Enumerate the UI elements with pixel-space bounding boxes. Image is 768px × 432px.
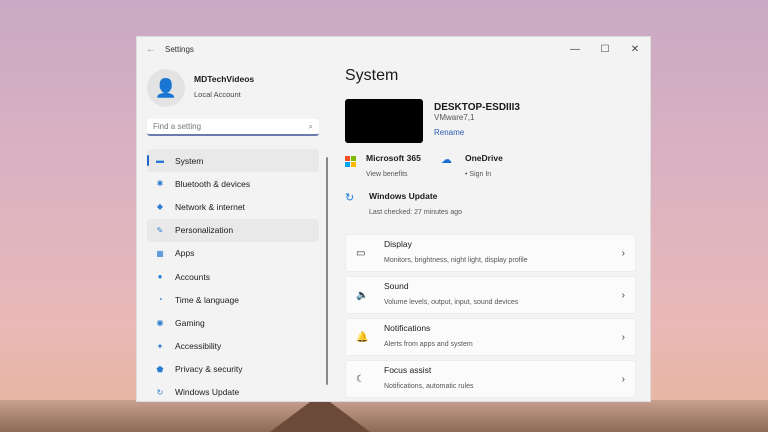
window-title: Settings [165, 44, 194, 54]
sidebar-item-label: Personalization [175, 225, 234, 236]
card-sound[interactable]: 🔈 Sound Volume levels, output, input, soun… [345, 276, 636, 314]
sidebar-scrollbar[interactable] [326, 157, 328, 385]
sidebar-item-personalization[interactable]: ✎ Personalization [147, 218, 319, 242]
sidebar-item-label: Time & language [175, 294, 239, 305]
nav-icon: ● [157, 272, 163, 282]
nav-icon: ◆ [156, 202, 164, 212]
sidebar-item-time-language[interactable]: ◔ Time & language [147, 288, 319, 311]
search-input[interactable]: Find a setting ⌕ [147, 119, 319, 136]
wallpaper-city [0, 400, 768, 432]
sidebar-item-network-internet[interactable]: ◆ Network & internet [147, 195, 319, 218]
avatar-icon: 👤 [147, 69, 185, 107]
card-icon: 🔈 [356, 289, 369, 301]
card-display[interactable]: ▭ Display Monitors, brightness, night ligh… [345, 234, 636, 272]
page-title: System [345, 67, 399, 84]
sidebar-item-label: Apps [175, 248, 195, 259]
eiffel-tower [270, 402, 370, 432]
close-button[interactable]: ✕ [620, 44, 650, 55]
card-title: Focus assist [384, 365, 432, 375]
user-name: MDTechVideos [194, 74, 255, 84]
settings-cards: ▭ Display Monitors, brightness, night ligh… [345, 234, 636, 401]
onedrive-tile[interactable]: ☁ OneDrive • Sign In [441, 153, 537, 181]
sidebar-item-system[interactable]: ▬ System [147, 149, 319, 173]
sidebar-item-accessibility[interactable]: ✦ Accessibility [147, 335, 319, 358]
sidebar-item-label: Bluetooth & devices [175, 178, 251, 189]
sidebar-item-label: Accessibility [175, 341, 222, 352]
card-title: Notifications [384, 323, 431, 333]
account-type: Local Account [194, 90, 241, 99]
main-content: System DESKTOP-ESDIII3 VMware7,1 Rename … [345, 67, 637, 219]
chevron-right-icon: › [621, 373, 625, 385]
ms365-sub: View benefits [366, 171, 408, 178]
sidebar-item-label: System [175, 155, 204, 166]
card-title: Sound [384, 281, 409, 291]
settings-window: ← Settings — ☐ ✕ 👤 MDTechVideos Local Acc… [136, 36, 651, 402]
card-subtitle: Volume levels, output, input, sound devi… [384, 299, 519, 306]
card-title: Display [384, 239, 412, 249]
card-notifications[interactable]: 🔔 Notifications Alerts from apps and syste… [345, 318, 636, 356]
chevron-right-icon: › [621, 331, 625, 343]
maximize-button[interactable]: ☐ [590, 44, 620, 55]
nav-icon: ◉ [156, 318, 164, 328]
card-focus-assist[interactable]: ☾ Focus assist Notifications, automatic ru… [345, 360, 636, 398]
sidebar-item-label: Network & internet [175, 201, 245, 212]
update-icon: ↻ [345, 192, 355, 204]
nav-icon: ✎ [156, 225, 164, 235]
search-placeholder: Find a setting [153, 122, 202, 131]
rename-link[interactable]: Rename [434, 128, 464, 137]
microsoft-365-tile[interactable]: Microsoft 365 View benefits [345, 153, 441, 181]
card-subtitle: Alerts from apps and system [384, 341, 473, 348]
nav-icon: ↻ [156, 387, 164, 397]
sidebar-item-label: Gaming [175, 317, 205, 328]
minimize-button[interactable]: — [560, 44, 590, 55]
sidebar-item-label: Windows Update [175, 387, 240, 398]
nav-icon: ▬ [156, 156, 164, 166]
sidebar-item-gaming[interactable]: ◉ Gaming [147, 311, 319, 334]
nav-icon: ✱ [156, 179, 164, 189]
sidebar-item-label: Privacy & security [175, 364, 243, 375]
update-sub: Last checked: 27 minutes ago [369, 209, 463, 216]
onedrive-sub: • Sign In [465, 171, 492, 178]
device-name: DESKTOP-ESDIII3 [434, 102, 520, 113]
sidebar-item-windows-update[interactable]: ↻ Windows Update [147, 381, 319, 401]
user-profile[interactable]: 👤 MDTechVideos Local Account [147, 69, 254, 107]
card-subtitle: Notifications, automatic rules [384, 383, 474, 390]
card-icon: ☾ [356, 373, 365, 385]
cloud-icon: ☁ [441, 154, 452, 166]
update-title: Windows Update [369, 191, 438, 201]
nav-icon: ◔ [157, 295, 163, 305]
search-icon: ⌕ [308, 122, 313, 131]
desktop-thumbnail [345, 99, 423, 143]
nav-icon: ▦ [156, 248, 164, 258]
microsoft-logo-icon [345, 156, 356, 167]
sidebar-item-accounts[interactable]: ● Accounts [147, 265, 319, 288]
ms365-title: Microsoft 365 [366, 153, 421, 163]
device-model: VMware7,1 [434, 113, 475, 122]
sidebar-item-privacy-security[interactable]: ⬟ Privacy & security [147, 358, 319, 381]
title-bar: ← Settings — ☐ ✕ [137, 37, 650, 61]
card-icon: 🔔 [356, 331, 369, 343]
onedrive-title: OneDrive [465, 153, 503, 163]
chevron-right-icon: › [621, 289, 625, 301]
sidebar-item-bluetooth-devices[interactable]: ✱ Bluetooth & devices [147, 172, 319, 195]
card-icon: ▭ [356, 247, 366, 259]
nav-icon: ✦ [156, 341, 164, 351]
nav-icon: ⬟ [156, 364, 164, 374]
sidebar-item-apps[interactable]: ▦ Apps [147, 242, 319, 265]
sidebar-item-label: Accounts [175, 271, 210, 282]
device-info: DESKTOP-ESDIII3 VMware7,1 Rename [345, 99, 637, 143]
card-subtitle: Monitors, brightness, night light, displ… [384, 257, 528, 264]
back-button[interactable]: ← [137, 44, 165, 55]
windows-update-tile[interactable]: ↻ Windows Update Last checked: 27 minutes… [345, 191, 545, 219]
sidebar-nav: ▬ System ✱ Bluetooth & devices ◆ Network & in… [147, 149, 319, 401]
chevron-right-icon: › [621, 247, 625, 259]
